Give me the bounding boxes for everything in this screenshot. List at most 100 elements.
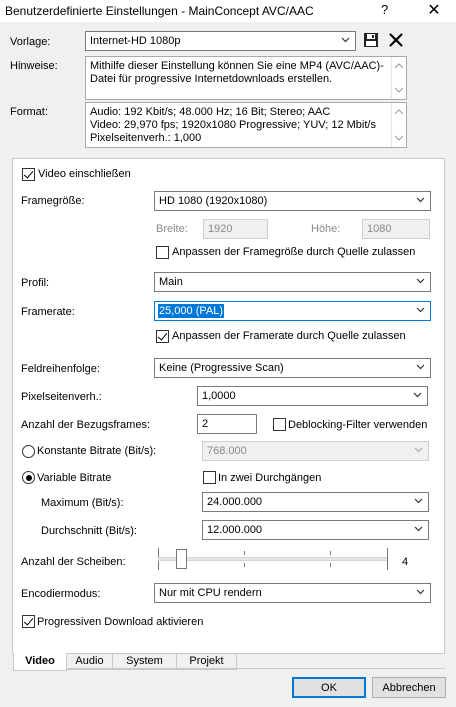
pixel-aspect-dropdown[interactable]: 1,0000 <box>197 386 428 406</box>
slider-tick <box>387 548 388 570</box>
pixel-aspect-value: 1,0000 <box>202 390 236 402</box>
pixel-aspect-label: Pixelseitenverh.: <box>21 391 102 403</box>
chevron-down-icon <box>416 307 425 313</box>
slider-tick <box>244 551 245 555</box>
fit-framerate-checkbox[interactable] <box>156 330 169 343</box>
encode-mode-value: Nur mit CPU rendern <box>159 587 262 599</box>
ref-frames-input[interactable]: 2 <box>197 414 257 434</box>
cbr-dropdown: 768.000 <box>202 441 429 461</box>
two-pass-label: In zwei Durchgängen <box>218 472 322 484</box>
format-line: Audio: 192 Kbit/s; 48.000 Hz; 16 Bit; St… <box>90 106 331 118</box>
slider-thumb[interactable] <box>176 549 187 569</box>
framerate-value[interactable]: 25,000 (PAL) <box>158 304 225 318</box>
slices-value: 4 <box>402 556 409 568</box>
vbr-radio[interactable] <box>22 471 35 484</box>
progressive-download-checkbox[interactable] <box>22 615 35 628</box>
profile-dropdown[interactable]: Main <box>154 272 431 292</box>
progressive-download-label: Progressiven Download aktivieren <box>37 616 204 628</box>
template-label: Vorlage: <box>10 36 51 48</box>
title-bar: Benutzerdefinierte Einstellungen - MainC… <box>0 0 456 22</box>
framerate-label: Framerate: <box>21 306 75 318</box>
chevron-down-icon <box>416 197 425 203</box>
chevron-down-icon <box>416 364 425 370</box>
tab-audio[interactable]: Audio <box>67 653 113 670</box>
format-scrollbar[interactable] <box>391 103 406 147</box>
framerate-dropdown[interactable]: 25,000 (PAL) <box>154 301 431 321</box>
field-order-value: Keine (Progressive Scan) <box>159 362 284 374</box>
tab-system[interactable]: System <box>113 653 177 670</box>
chevron-down-icon <box>414 498 423 504</box>
ref-frames-label: Anzahl der Bezugsframes: <box>21 419 151 431</box>
format-label: Format: <box>10 106 48 118</box>
fit-frame-size-label: Anpassen der Framegröße durch Quelle zul… <box>172 246 416 258</box>
tab-project[interactable]: Projekt <box>177 653 237 670</box>
notes-box[interactable]: Mithilfe dieser Einstellung können Sie e… <box>85 56 407 100</box>
frame-size-label: Framegröße: <box>21 195 85 207</box>
width-label: Breite: <box>156 223 188 235</box>
height-field: 1080 <box>362 219 430 239</box>
slider-track <box>158 557 388 561</box>
profile-value: Main <box>159 276 183 288</box>
fit-framerate-label: Anpassen der Framerate durch Quelle zula… <box>172 330 406 342</box>
encode-mode-dropdown[interactable]: Nur mit CPU rendern <box>154 583 431 603</box>
slices-label: Anzahl der Scheiben: <box>21 556 126 568</box>
cbr-label: Konstante Bitrate (Bit/s): <box>37 445 157 457</box>
tab-video[interactable]: Video <box>13 653 67 671</box>
template-dropdown[interactable]: Internet-HD 1080p <box>85 31 356 51</box>
scroll-up-icon[interactable] <box>395 63 403 69</box>
chevron-down-icon <box>341 37 350 43</box>
field-order-dropdown[interactable]: Keine (Progressive Scan) <box>154 358 431 378</box>
notes-label: Hinweise: <box>10 60 58 72</box>
chevron-down-icon <box>416 278 425 284</box>
encode-mode-label: Encodiermodus: <box>21 588 101 600</box>
slider-tick <box>330 551 331 555</box>
chevron-down-icon <box>416 589 425 595</box>
max-bitrate-dropdown[interactable]: 24.000.000 <box>202 492 429 512</box>
avg-bitrate-label: Durchschnitt (Bit/s): <box>41 525 137 537</box>
window-title: Benutzerdefinierte Einstellungen - MainC… <box>5 4 314 18</box>
deblocking-label: Deblocking-Filter verwenden <box>288 419 428 431</box>
ref-frames-value: 2 <box>202 418 209 430</box>
profile-label: Profil: <box>21 277 50 289</box>
notes-text: Mithilfe dieser Einstellung können Sie e… <box>90 60 384 85</box>
slider-tick <box>244 563 245 567</box>
max-bitrate-label: Maximum (Bit/s): <box>41 497 124 509</box>
cbr-radio[interactable] <box>22 445 35 458</box>
ok-button[interactable]: OK <box>292 677 366 698</box>
scroll-down-icon[interactable] <box>395 87 403 93</box>
format-box: Audio: 192 Kbit/s; 48.000 Hz; 16 Bit; St… <box>85 102 407 148</box>
width-field: 1920 <box>203 219 268 239</box>
max-bitrate-value: 24.000.000 <box>207 496 263 508</box>
chevron-down-icon <box>414 526 423 532</box>
slices-slider[interactable] <box>158 547 388 571</box>
chevron-down-icon <box>414 447 423 453</box>
deblocking-checkbox[interactable] <box>273 418 286 431</box>
width-value: 1920 <box>208 223 233 235</box>
delete-icon[interactable] <box>388 32 404 48</box>
height-value: 1080 <box>367 223 392 235</box>
two-pass-checkbox[interactable] <box>203 471 216 484</box>
include-video-checkbox[interactable] <box>22 168 35 181</box>
cbr-value: 768.000 <box>207 445 247 457</box>
field-order-label: Feldreihenfolge: <box>21 363 100 375</box>
chevron-down-icon <box>413 392 422 398</box>
slider-tick <box>330 563 331 567</box>
help-icon[interactable]: ? <box>381 2 388 17</box>
format-line: Video: 29,970 fps; 1920x1080 Progressive… <box>90 119 376 131</box>
frame-size-dropdown[interactable]: HD 1080 (1920x1080) <box>154 191 431 211</box>
scroll-down-icon[interactable] <box>395 135 403 141</box>
cancel-button[interactable]: Abbrechen <box>372 677 446 698</box>
scroll-up-icon[interactable] <box>395 109 403 115</box>
include-video-label: Video einschließen <box>38 168 131 180</box>
close-icon[interactable]: ✕ <box>422 0 446 20</box>
template-value: Internet-HD 1080p <box>90 35 181 47</box>
notes-scrollbar[interactable] <box>391 57 406 99</box>
format-line: Pixelseitenverh.: 1,000 <box>90 132 202 144</box>
save-icon[interactable] <box>363 32 379 48</box>
vbr-label: Variable Bitrate <box>37 472 112 484</box>
fit-frame-size-checkbox[interactable] <box>156 246 169 259</box>
frame-size-value: HD 1080 (1920x1080) <box>159 195 268 207</box>
height-label: Höhe: <box>311 223 341 235</box>
avg-bitrate-value: 12.000.000 <box>207 524 263 536</box>
avg-bitrate-dropdown[interactable]: 12.000.000 <box>202 520 429 540</box>
